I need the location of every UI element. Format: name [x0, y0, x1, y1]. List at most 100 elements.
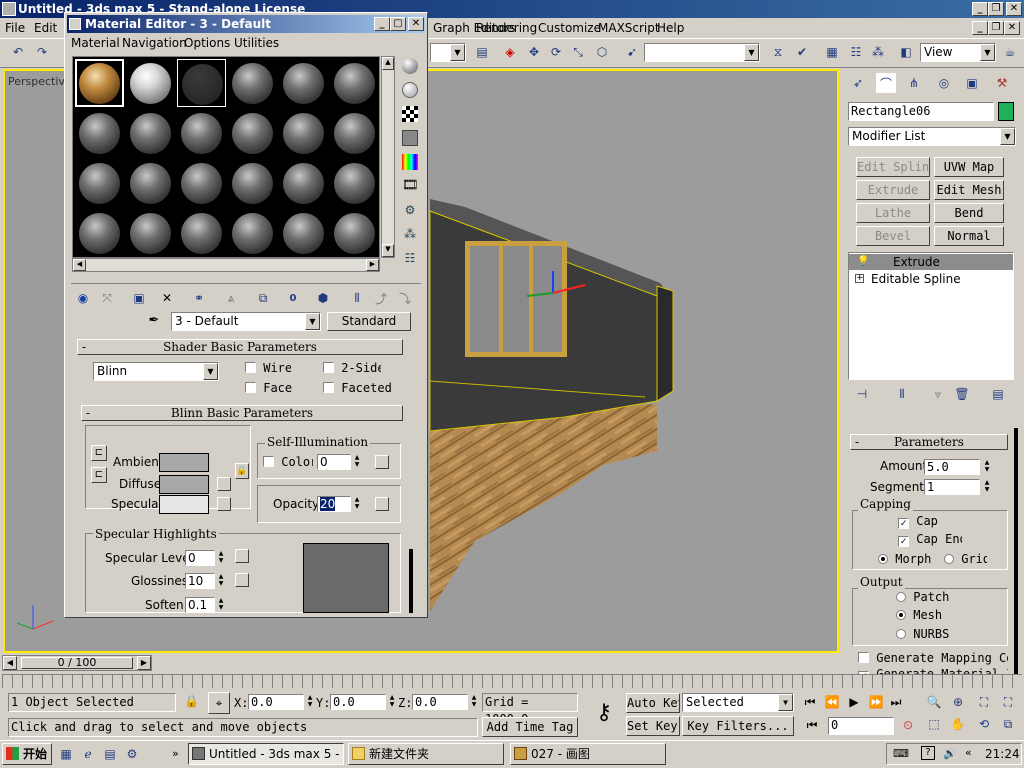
undo-icon[interactable]: ↶: [8, 42, 28, 62]
sample-slot-5[interactable]: [279, 59, 328, 107]
self-illum-input[interactable]: 0: [317, 454, 351, 470]
help-icon[interactable]: ?: [921, 746, 935, 760]
time-next-icon[interactable]: ▶: [137, 656, 151, 670]
mirror-icon[interactable]: ⧖: [768, 42, 788, 62]
put-to-library-icon[interactable]: ⧉: [253, 288, 273, 308]
amount-input[interactable]: 5.0: [924, 459, 980, 475]
material-effects-channel-icon[interactable]: 0: [283, 288, 303, 308]
zoom-extents-all-icon[interactable]: ⛶: [998, 692, 1018, 712]
doc-restore-button[interactable]: ❐: [988, 21, 1004, 35]
cap-start-option[interactable]: ✓ Cap Start: [898, 514, 978, 529]
window-crossing-icon[interactable]: ◈: [500, 42, 520, 62]
zoom-all-icon[interactable]: ⊕: [948, 692, 968, 712]
sample-slot-17[interactable]: [279, 159, 328, 207]
zoom-extents-icon[interactable]: ⛶: [974, 692, 994, 712]
nurbs-option[interactable]: NURBS: [896, 627, 949, 641]
get-material-icon[interactable]: ◉: [73, 288, 93, 308]
go-forward-to-sibling-icon[interactable]: ⤵: [395, 288, 415, 308]
diffuse-map-button[interactable]: [217, 477, 231, 491]
time-configuration-icon[interactable]: ⏲: [898, 715, 918, 735]
diffuse-color-swatch[interactable]: [159, 475, 209, 494]
named-selection-combo[interactable]: ▼: [644, 43, 760, 62]
key-filters-button[interactable]: Key Filters...: [682, 716, 794, 736]
sample-slot-6[interactable]: [330, 59, 379, 107]
x-coordinate[interactable]: 0.0: [248, 694, 304, 710]
make-unique-stack-icon[interactable]: ⩔: [928, 384, 948, 404]
selection-lock-icon[interactable]: 🔒: [184, 694, 199, 708]
scroll-left-icon[interactable]: ◀: [73, 259, 86, 271]
show-end-result-toggle-icon[interactable]: ⫴: [892, 384, 912, 404]
quick-render-icon[interactable]: ☕: [1000, 42, 1020, 62]
self-illum-spinner[interactable]: ▲ ▼: [352, 454, 362, 470]
chevron-icon[interactable]: »: [172, 747, 179, 760]
task-new-folder[interactable]: 新建文件夹: [348, 743, 504, 765]
segments-spinner[interactable]: ▲ ▼: [982, 479, 992, 495]
me-menu-utilities[interactable]: Utilities: [234, 36, 279, 50]
bend-button[interactable]: Bend: [934, 203, 1004, 223]
generate-mapping-option[interactable]: Generate Mapping Coords.: [858, 651, 1008, 665]
blinn-rollout-header[interactable]: - Blinn Basic Parameters: [81, 405, 403, 421]
doc-minimize-button[interactable]: _: [972, 21, 988, 35]
diffuse-specular-lock-icon[interactable]: ⊏: [91, 467, 107, 483]
x-spinner[interactable]: ▲ ▼: [305, 694, 315, 710]
motion-tab-icon[interactable]: ◎: [934, 73, 954, 93]
options-icon[interactable]: ⚙: [402, 202, 418, 218]
normal-button[interactable]: Normal: [934, 226, 1004, 246]
add-time-tag-button[interactable]: Add Time Tag: [482, 717, 578, 737]
zoom-icon[interactable]: 🔍: [924, 692, 944, 712]
sample-slot-1[interactable]: [75, 59, 124, 107]
stack-item-editable-spline[interactable]: + Editable Spline: [849, 271, 1013, 287]
sample-slot-23[interactable]: [279, 209, 328, 257]
remove-modifier-icon[interactable]: 🗑: [952, 384, 972, 404]
sample-slot-12[interactable]: [330, 109, 379, 157]
render-type-combo[interactable]: View ▼: [920, 43, 996, 62]
sample-slot-3[interactable]: [177, 59, 226, 107]
current-frame-input[interactable]: 0: [828, 717, 894, 735]
sample-slot-2[interactable]: [126, 59, 175, 107]
material-navigator-icon[interactable]: ☷: [402, 250, 418, 266]
assign-to-selection-icon[interactable]: ▣: [129, 288, 149, 308]
sample-type-icon[interactable]: [402, 58, 418, 74]
utilities-tab-icon[interactable]: ⚒: [992, 73, 1012, 93]
create-tab-icon[interactable]: ➶: [848, 73, 868, 93]
pin-stack-icon[interactable]: ⊣: [852, 384, 872, 404]
glossiness-map-button[interactable]: [235, 573, 249, 587]
parameters-rollout-header[interactable]: - Parameters: [850, 434, 1008, 450]
soften-spinner[interactable]: ▲ ▼: [216, 597, 226, 613]
material-type-button[interactable]: Standard: [327, 312, 411, 331]
expand-icon[interactable]: +: [855, 274, 864, 283]
select-scale-icon[interactable]: ⤡: [568, 42, 588, 62]
cap-end-option[interactable]: ✓ Cap End: [898, 532, 964, 547]
minimize-button[interactable]: _: [972, 2, 988, 16]
y-coordinate[interactable]: 0.0: [330, 694, 386, 710]
object-color-swatch[interactable]: [998, 102, 1014, 121]
show-end-result-icon[interactable]: ⫴: [347, 288, 367, 308]
previous-frame-icon[interactable]: ⏪: [822, 692, 842, 712]
menu-rendering[interactable]: Rendering: [476, 21, 537, 35]
grid-option[interactable]: Grid: [944, 552, 990, 566]
key-mode-combo[interactable]: Selected ▼: [682, 693, 794, 712]
tray-expand-icon[interactable]: «: [965, 746, 972, 759]
object-name-field[interactable]: Rectangle06: [848, 102, 994, 121]
transform-type-in-icon[interactable]: ⌖: [208, 692, 230, 714]
soften-input[interactable]: 0.1: [185, 597, 215, 613]
reset-map-icon[interactable]: ✕: [157, 288, 177, 308]
selection-filter-combo[interactable]: ▼: [430, 43, 466, 62]
amount-spinner[interactable]: ▲ ▼: [982, 459, 992, 475]
make-copy-icon[interactable]: ⚭: [189, 288, 209, 308]
select-by-name-icon[interactable]: ▤: [472, 42, 492, 62]
faceted-option[interactable]: Faceted: [323, 381, 393, 395]
start-button[interactable]: 开始: [2, 743, 52, 765]
me-menu-navigation[interactable]: Navigation: [122, 36, 187, 50]
go-to-end-icon[interactable]: ⏭: [886, 692, 906, 712]
put-to-scene-icon[interactable]: ⤧: [97, 288, 117, 308]
me-menu-material[interactable]: Material: [71, 36, 120, 50]
sample-slot-24[interactable]: [330, 209, 379, 257]
y-spinner[interactable]: ▲ ▼: [387, 694, 397, 710]
close-button[interactable]: ✕: [1006, 2, 1022, 16]
keyboard-icon[interactable]: ⌨: [893, 747, 909, 760]
self-illum-map-button[interactable]: [375, 455, 389, 469]
specular-level-map-button[interactable]: [235, 549, 249, 563]
me-maximize-button[interactable]: ▢: [390, 17, 406, 31]
menu-maxscript[interactable]: MAXScript: [598, 21, 660, 35]
